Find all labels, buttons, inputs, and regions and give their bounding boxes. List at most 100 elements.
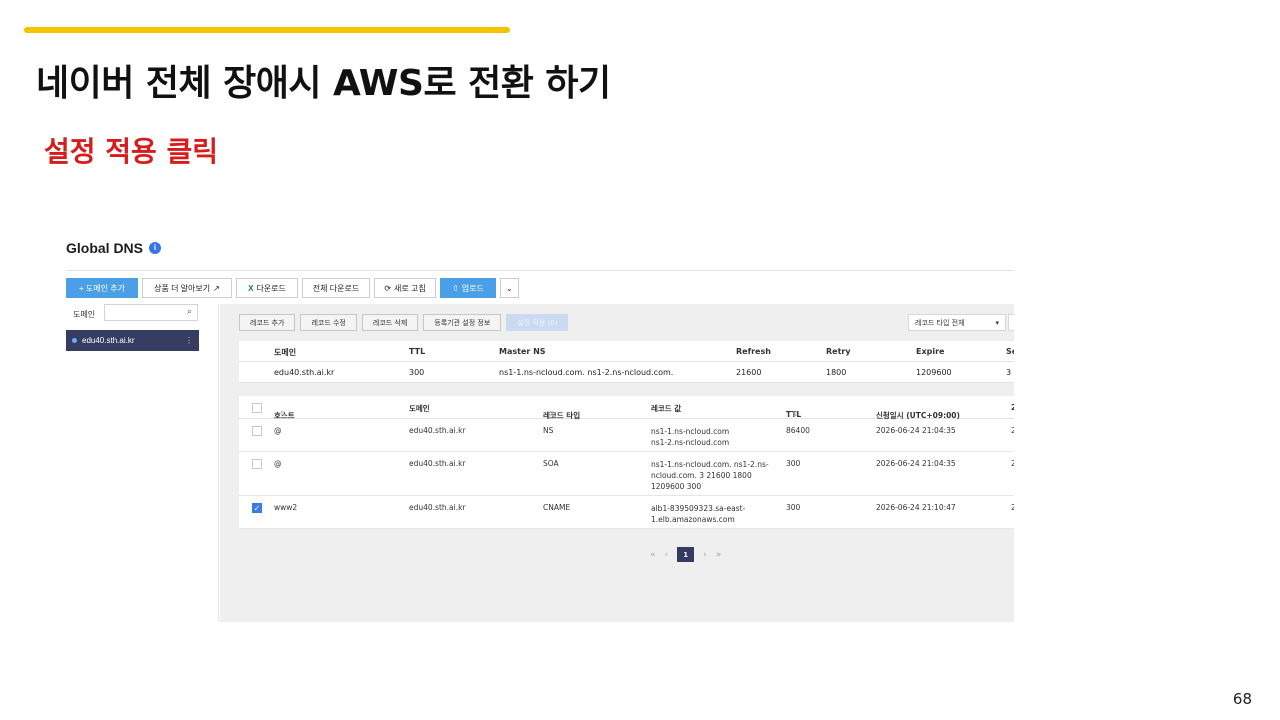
row-host: www2 [274,503,298,512]
row-ttl: 86400 [786,426,810,435]
row-extra: 2 [1011,459,1014,468]
row-domain: edu40.sth.ai.kr [409,426,466,435]
header-master-ns: Master NS [499,347,546,356]
registrar-info-button[interactable]: 등록기관 설정 정보 [423,314,502,331]
header-domain: 도메인 [274,348,297,357]
prev-page-icon[interactable]: ‹ [665,550,669,560]
sidebar-item-label: edu40.sth.ai.kr [82,336,135,345]
status-dot-icon [72,338,77,343]
domain-search-label: 도메인 [73,310,96,319]
download-all-label: 전체 다운로드 [312,283,360,293]
slide-title: 네이버 전체 장애시 AWS로 전환 하기 [36,63,611,104]
row-host: @ [274,426,282,435]
header-expire: Expire [916,347,945,356]
header-retry: Retry [826,347,851,356]
learn-more-label: 상품 더 알아보기 [154,283,211,293]
domain-info-row: edu40.sth.ai.kr 300 ns1-1.ns-ncloud.com.… [239,362,1014,383]
header-extra: 2 [1011,403,1014,412]
row-value: alb1-839509323.sa-east-1.elb.amazonaws.c… [651,504,746,524]
info-icon[interactable]: i [149,242,162,254]
row-type: NS [543,426,554,435]
row-date: 2026-06-24 21:10:47 [876,503,956,512]
header-refresh: Refresh [736,347,771,356]
row-ttl: 300 [786,503,801,512]
next-page-icon[interactable]: › [703,550,707,560]
record-type-filter-value: 레코드 타입 전체 [915,318,965,327]
refresh-label: 새로 고침 [394,283,426,293]
info-refresh: 21600 [736,368,762,377]
row-checkbox[interactable] [252,426,262,436]
add-domain-button[interactable]: + 도메인 추가 [66,278,138,298]
sort-icon: ⇅ [549,410,555,418]
caret-down-icon: ▾ [995,318,999,327]
sort-icon: ⇅ [280,410,286,418]
records-area: 레코드 추가 레코드 수정 레코드 삭제 등록기관 설정 정보 설정 적용 (0… [220,304,1014,622]
slide-subtitle: 설정 적용 클릭 [44,135,219,168]
external-link-icon: ↗ [213,283,220,293]
add-domain-label: + 도메인 추가 [79,283,125,293]
info-domain: edu40.sth.ai.kr [274,368,335,377]
download-label: 다운로드 [256,283,286,293]
download-button[interactable]: X 다운로드 [236,278,298,298]
excel-icon: X [248,283,254,293]
header-record-value: 레코드 값 [651,404,682,413]
sidebar-item-domain[interactable]: edu40.sth.ai.kr ⋮ [66,330,199,351]
upload-icon: ⇧ [452,283,459,293]
download-all-button[interactable]: 전체 다운로드 [302,278,370,298]
page-number: 68 [1232,690,1252,708]
domain-info-table: 도메인 TTL Master NS Refresh Retry Expire S… [239,341,1014,383]
last-page-icon[interactable]: » [716,550,722,560]
edit-record-button[interactable]: 레코드 수정 [300,314,357,331]
info-ttl: 300 [409,368,425,377]
header-record-domain: 도메인 [409,404,430,413]
row-domain: edu40.sth.ai.kr [409,459,466,468]
refresh-icon: ⟳ [384,283,392,293]
pagination: « ‹ 1 › » [650,547,721,562]
row-host: @ [274,459,282,468]
row-domain: edu40.sth.ai.kr [409,503,466,512]
records-table: 호스트 ⇅ 도메인 레코드 타입 ⇅ 레코드 값 TTL ⇅ 신청일시 (UTC+09… [239,396,1014,529]
domain-search-input[interactable]: ⌕ [104,304,198,321]
search-icon[interactable]: ⌕ [187,307,192,317]
record-type-filter[interactable]: 레코드 타입 전체 ▾ [908,314,1006,331]
delete-record-button[interactable]: 레코드 삭제 [361,314,419,331]
refresh-button[interactable]: ⟳ 새로 고침 [374,278,436,298]
row-value: ns1-1.ns-ncloud.com ns1-2.ns-ncloud.com [651,427,730,447]
header-ttl: TTL [409,347,426,356]
row-date: 2026-06-24 21:04:35 [876,426,956,435]
page-title-text: Global DNS [66,240,144,256]
console-screenshot: Global DNS i + 도메인 추가 상품 더 알아보기 ↗ X 다운로드… [55,232,1014,622]
info-serial: 3 [1006,368,1012,377]
more-dropdown-button[interactable]: ⌄ [500,278,519,298]
row-date: 2026-06-24 21:04:35 [876,459,956,468]
apply-settings-button[interactable]: 설정 적용 (0) [506,314,569,331]
table-row[interactable]: @ edu40.sth.ai.kr NS ns1-1.ns-ncloud.com… [239,419,1014,452]
page-current[interactable]: 1 [677,547,695,562]
select-all-checkbox[interactable] [252,403,262,413]
domain-sidebar: 도메인 ⌕ edu40.sth.ai.kr ⋮ [55,304,219,622]
accent-bar [24,27,510,33]
learn-more-button[interactable]: 상품 더 알아보기 ↗ [142,278,232,298]
info-expire: 1209600 [916,368,952,377]
row-checkbox-checked[interactable]: ✓ [252,503,262,513]
header-serial: Se [1006,347,1014,356]
upload-button[interactable]: ⇧ 업로드 [440,278,496,298]
row-extra: 2 [1011,426,1014,435]
table-row[interactable]: @ edu40.sth.ai.kr SOA ns1-1.ns-ncloud.co… [239,452,1014,496]
record-toolbar: 레코드 추가 레코드 수정 레코드 삭제 등록기관 설정 정보 설정 적용 (0… [239,314,569,331]
row-type: CNAME [543,503,571,512]
row-type: SOA [543,459,559,468]
info-master-ns: ns1-1.ns-ncloud.com. ns1-2.ns-ncloud.com… [499,368,674,377]
add-record-button[interactable]: 레코드 추가 [239,314,296,331]
domain-info-header: 도메인 TTL Master NS Refresh Retry Expire S… [239,341,1014,362]
sort-icon: ⇅ [792,410,798,418]
row-value: ns1-1.ns-ncloud.com. ns1-2.ns-ncloud.com… [651,460,769,491]
chevron-down-icon: ⌄ [506,283,513,293]
first-page-icon[interactable]: « [650,550,656,560]
info-retry: 1800 [826,368,847,377]
upload-label: 업로드 [461,283,484,293]
kebab-menu-icon[interactable]: ⋮ [185,336,193,345]
filter-input-edge[interactable] [1008,314,1014,331]
row-checkbox[interactable] [252,459,262,469]
table-row[interactable]: ✓ www2 edu40.sth.ai.kr CNAME alb1-839509… [239,496,1014,529]
